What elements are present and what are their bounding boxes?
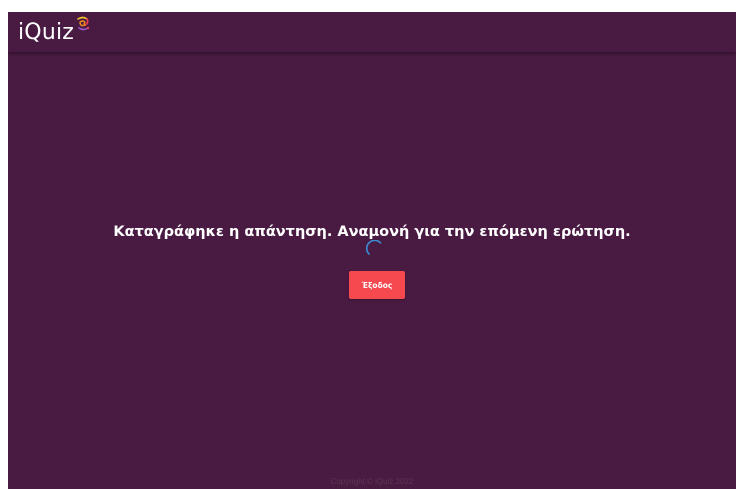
app-name: iQuiz — [18, 20, 75, 45]
app-logo[interactable]: iQuiz — [18, 16, 91, 47]
loading-spinner-icon — [366, 240, 382, 255]
exit-button[interactable]: Έξοδος — [349, 271, 405, 299]
copyright-footer: Copyright © iQuiz 2022 — [330, 477, 414, 486]
top-bar: iQuiz — [8, 12, 736, 52]
status-message: Καταγράφηκε η απάντηση. Αναμονή για την … — [113, 224, 631, 240]
app-window: iQuiz Καταγράφηκε η απάντηση. Αναμονή γι… — [8, 12, 736, 489]
swirl-logo-icon — [77, 16, 90, 31]
